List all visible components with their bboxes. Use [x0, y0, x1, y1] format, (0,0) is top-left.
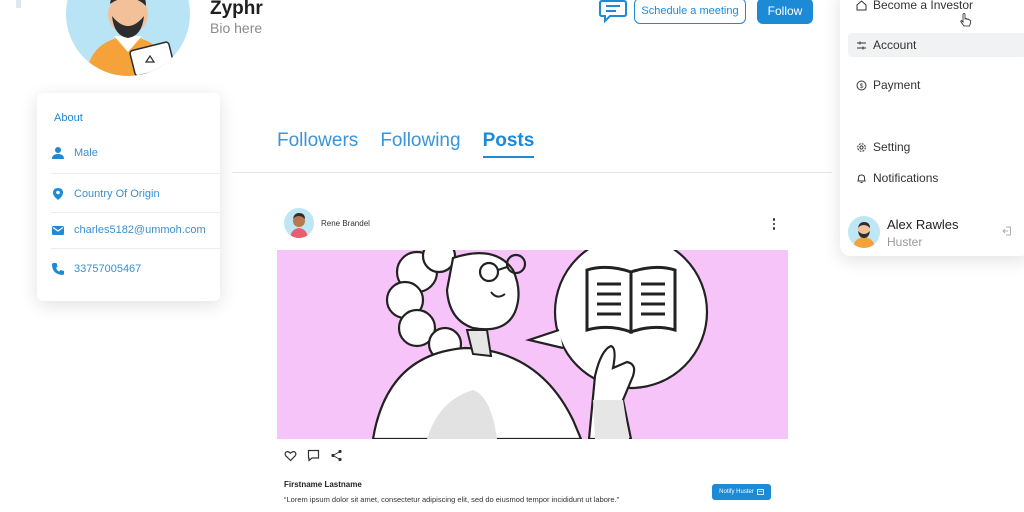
post-body: “Lorem ipsum dolor sit amet, consectetur… — [284, 495, 620, 504]
tab-followers[interactable]: Followers — [277, 130, 358, 152]
gear-icon — [857, 142, 866, 152]
dollar-icon: $ — [856, 80, 867, 90]
account-menu: Become a Investor Account $ Payment Sett… — [840, 0, 1024, 256]
menu-item-payment[interactable]: $ Payment — [856, 78, 920, 92]
profile-bio: Bio here — [210, 20, 263, 36]
about-gender-row: Male — [51, 143, 220, 163]
follow-button[interactable]: Follow — [757, 0, 813, 24]
phone-icon — [52, 263, 64, 275]
menu-item-setting[interactable]: Setting — [856, 140, 910, 154]
comment-icon[interactable] — [307, 449, 320, 462]
tabs-divider — [232, 172, 832, 173]
profile-avatar — [66, 0, 190, 76]
menu-item-notifications[interactable]: Notifications — [856, 171, 938, 185]
bell-icon — [857, 173, 866, 183]
menu-item-label: Setting — [873, 140, 911, 154]
about-gender: Male — [74, 147, 98, 159]
about-country: Country Of Origin — [74, 188, 160, 200]
divider — [51, 248, 220, 249]
profile-name: Zyphr — [210, 0, 263, 19]
sliders-icon — [857, 41, 866, 49]
about-phone-row: 33757005467 — [51, 259, 220, 279]
window-edge-mark — [16, 0, 21, 8]
post-actions — [284, 449, 343, 462]
menu-item-label: Become a Investor — [873, 0, 974, 12]
about-title: About — [54, 112, 83, 124]
more-options-icon[interactable] — [768, 216, 780, 232]
tab-posts[interactable]: Posts — [482, 130, 534, 158]
menu-item-label: Account — [873, 38, 917, 52]
person-icon — [52, 147, 64, 159]
divider — [51, 212, 220, 213]
schedule-meeting-button[interactable]: Schedule a meeting — [634, 0, 746, 24]
post-author-name[interactable]: Rene Brandel — [321, 219, 370, 228]
menu-item-label: Notifications — [873, 171, 939, 185]
about-country-row: Country Of Origin — [51, 184, 220, 204]
about-email[interactable]: charles5182@ummoh.com — [74, 224, 206, 236]
tab-following[interactable]: Following — [380, 130, 460, 152]
user-role: Huster — [887, 235, 923, 249]
menu-item-become-investor[interactable]: Become a Investor — [856, 0, 973, 12]
notify-button-label: Notify Huster — [719, 489, 754, 495]
post-title: Firstname Lastname — [284, 480, 362, 489]
about-card: About Male Country Of Origin charles5182… — [37, 93, 220, 301]
mail-icon — [52, 226, 64, 235]
chat-icon[interactable] — [598, 0, 628, 24]
about-email-row: charles5182@ummoh.com — [51, 220, 220, 240]
divider — [51, 173, 220, 174]
post-image — [277, 250, 788, 439]
profile-tabs: Followers Following Posts — [277, 130, 534, 158]
menu-item-label: Payment — [873, 78, 921, 92]
location-pin-icon — [53, 188, 63, 200]
user-avatar[interactable] — [848, 216, 880, 248]
about-phone[interactable]: 33757005467 — [74, 263, 141, 275]
heart-icon[interactable] — [284, 449, 297, 462]
user-name: Alex Rawles — [887, 217, 959, 232]
message-icon — [756, 488, 764, 495]
menu-item-account[interactable]: Account — [848, 33, 1024, 57]
home-icon — [856, 0, 867, 10]
post-author-avatar[interactable] — [284, 208, 314, 238]
logout-icon[interactable] — [1002, 226, 1012, 236]
notify-button[interactable]: Notify Huster — [712, 484, 771, 500]
hand-cursor-icon — [960, 13, 971, 27]
svg-text:$: $ — [860, 83, 864, 90]
share-icon[interactable] — [330, 449, 343, 462]
